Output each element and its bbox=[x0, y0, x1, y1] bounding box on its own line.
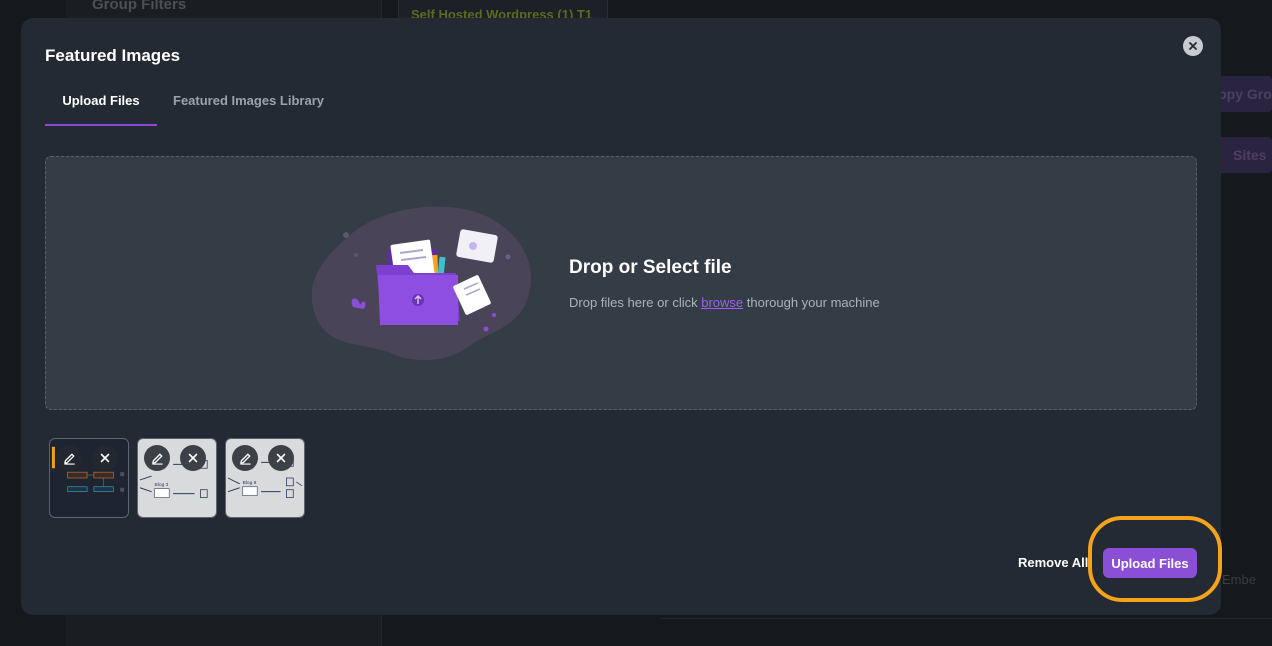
dropzone-subtitle: Drop files here or click browse thorough… bbox=[569, 295, 880, 310]
pencil-icon bbox=[151, 453, 163, 465]
dropzone-title: Drop or Select file bbox=[569, 257, 732, 278]
file-dropzone[interactable]: Drop or Select file Drop files here or c… bbox=[45, 156, 1197, 410]
thumbnail-1[interactable] bbox=[49, 438, 129, 518]
background-group-filters-label: Group Filters bbox=[92, 0, 187, 13]
remove-thumbnail-button[interactable] bbox=[180, 445, 206, 471]
edit-thumbnail-button[interactable] bbox=[144, 445, 170, 471]
background-embed-text: Embe bbox=[1222, 572, 1256, 587]
modal-title: Featured Images bbox=[45, 46, 181, 65]
folder-upload-illustration bbox=[311, 206, 532, 361]
edit-thumbnail-button[interactable] bbox=[56, 445, 82, 471]
close-icon bbox=[276, 453, 286, 463]
tab-upload-files[interactable]: Upload Files bbox=[45, 92, 157, 126]
close-icon bbox=[100, 453, 110, 463]
pencil-icon bbox=[239, 453, 251, 465]
close-icon bbox=[1189, 42, 1197, 50]
remove-thumbnail-button[interactable] bbox=[268, 445, 294, 471]
close-button[interactable] bbox=[1183, 36, 1203, 56]
close-icon bbox=[188, 453, 198, 463]
background-divider bbox=[660, 618, 1272, 619]
edit-thumbnail-button[interactable] bbox=[232, 445, 258, 471]
browse-link[interactable]: browse bbox=[701, 295, 743, 310]
thumbnail-3[interactable]: Blog 8 bbox=[225, 438, 305, 518]
featured-images-modal: Featured Images Upload Files Featured Im… bbox=[21, 18, 1221, 615]
thumbnail-caption: Blog 8 bbox=[243, 480, 257, 486]
thumbnail-caption: Blog 3 bbox=[155, 482, 169, 488]
upload-files-button[interactable]: Upload Files bbox=[1103, 548, 1197, 578]
remove-all-button[interactable]: Remove All bbox=[1018, 555, 1088, 570]
pencil-icon bbox=[63, 453, 75, 465]
tab-featured-images-library[interactable]: Featured Images Library bbox=[173, 92, 324, 126]
thumbnail-2[interactable]: Blog 3 bbox=[137, 438, 217, 518]
remove-thumbnail-button[interactable] bbox=[92, 445, 118, 471]
